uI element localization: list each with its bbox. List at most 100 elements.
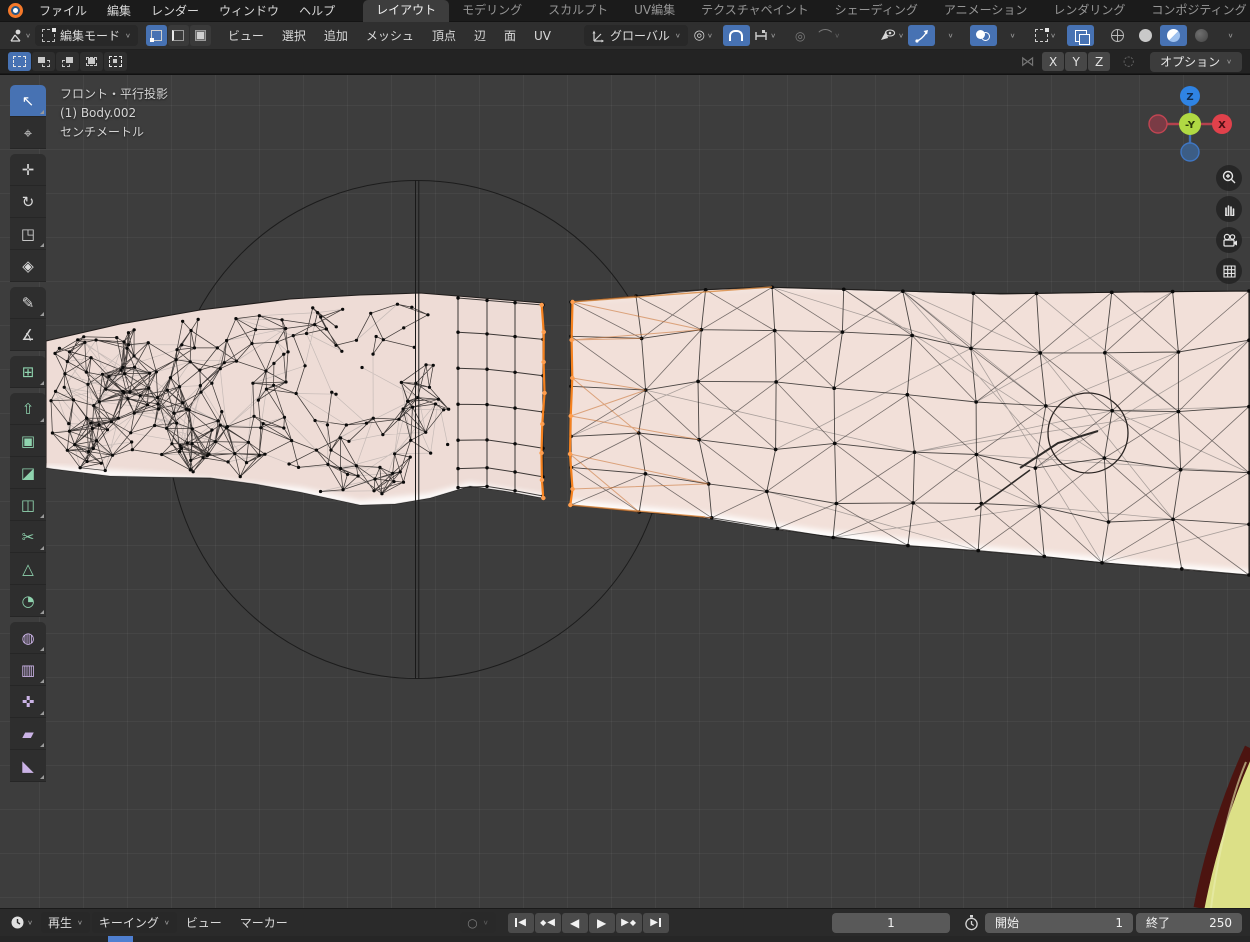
workspace-tab[interactable]: アニメーション [931, 0, 1041, 22]
workspace-tab[interactable]: シェーディング [822, 0, 931, 22]
tool-extrude-region[interactable]: ⇧ [10, 393, 46, 425]
pan-button[interactable] [1216, 196, 1242, 222]
orientation-selector[interactable]: グローバル ∨ [584, 25, 688, 46]
tool-cursor[interactable]: ⌖ [10, 117, 46, 149]
tool-select-box[interactable]: ↖ [10, 85, 46, 117]
stopwatch-button[interactable] [964, 915, 979, 931]
frame-end-field[interactable]: 終了 250 [1136, 913, 1242, 933]
tool-scale[interactable]: ◳ [10, 218, 46, 250]
jump-to-end-button[interactable]: ▶ [643, 913, 669, 933]
gizmo-negx-axis[interactable] [1149, 115, 1167, 133]
timeline-menu-マーカー[interactable]: マーカー [231, 909, 297, 937]
jump-to-start-button[interactable]: ◀ [508, 913, 534, 933]
options-dropdown[interactable]: オプション∨ [1150, 52, 1242, 72]
workspace-tab[interactable]: スカルプト [535, 0, 621, 22]
gizmo-negz-axis[interactable] [1181, 143, 1199, 161]
timeline-menu-再生[interactable]: 再生∨ [41, 912, 90, 933]
current-frame-field[interactable]: 1 [832, 913, 950, 933]
camera-view-button[interactable] [1216, 227, 1242, 253]
autokey-button[interactable]: ○∨ [460, 912, 495, 933]
editor-type-button[interactable]: ∨ [6, 25, 33, 46]
mirror-axis-y[interactable]: Y [1065, 52, 1087, 71]
tool-rotate[interactable]: ↻ [10, 186, 46, 218]
workspace-tab[interactable]: レイアウト [363, 0, 449, 22]
select-mode-subtract-button[interactable] [56, 52, 79, 71]
workspace-tab[interactable]: モデリング [449, 0, 535, 22]
pivot-point-button[interactable]: ◎∨ [690, 25, 717, 46]
vertex-select-button[interactable] [146, 25, 167, 46]
shading-rendered-button[interactable] [1188, 25, 1215, 46]
header-menu-辺[interactable]: 辺 [465, 22, 495, 50]
tool-edge-slide[interactable]: ▥ [10, 654, 46, 686]
timeline-menu-キーイング[interactable]: キーイング∨ [92, 912, 177, 933]
show-gizmo-dropdown[interactable]: ∨ [937, 25, 964, 46]
tool-shear[interactable]: ▰ [10, 718, 46, 750]
topbar-menu-レンダー[interactable]: レンダー [141, 0, 209, 22]
frame-start-field[interactable]: 開始 1 [985, 913, 1133, 933]
header-menu-面[interactable]: 面 [495, 22, 525, 50]
object-visibility-button[interactable]: ∨ [877, 25, 906, 46]
show-overlays-button[interactable] [970, 25, 997, 46]
header-menu-追加[interactable]: 追加 [315, 22, 357, 50]
previous-keyframe-button[interactable]: ◆◀ [535, 913, 561, 933]
viewport-canvas[interactable] [0, 75, 1250, 908]
show-overlays-dropdown[interactable]: ∨ [999, 25, 1026, 46]
playhead-marker[interactable] [108, 936, 133, 942]
ortho-toggle-button[interactable] [1216, 258, 1242, 284]
tool-inset-faces[interactable]: ▣ [10, 425, 46, 457]
xray-toggle-button[interactable] [1067, 25, 1094, 46]
shading-dropdown[interactable]: ∨ [1217, 25, 1244, 46]
timeline-editor-type-button[interactable]: ∨ [8, 912, 35, 933]
workspace-tab[interactable]: テクスチャペイント [688, 0, 822, 22]
shading-wireframe-button[interactable] [1104, 25, 1131, 46]
topbar-menu-ウィンドウ[interactable]: ウィンドウ [209, 0, 289, 22]
navigation-gizmo[interactable]: Z X -Y [1146, 82, 1234, 170]
gizmo-region-button[interactable]: ∨ [1032, 25, 1059, 46]
tool-move[interactable]: ✛ [10, 154, 46, 186]
workspace-tab[interactable]: コンポジティング [1138, 0, 1250, 22]
mode-selector[interactable]: 編集モード ∨ [35, 25, 138, 46]
timeline-strip[interactable] [0, 936, 1250, 942]
show-gizmo-button[interactable] [908, 25, 935, 46]
select-mode-intersect-button[interactable] [104, 52, 127, 71]
select-mode-invert-button[interactable] [80, 52, 103, 71]
tool-rip-region[interactable]: ◣ [10, 750, 46, 782]
play-reverse-button[interactable]: ◀ [562, 913, 588, 933]
select-mode-new-button[interactable] [8, 52, 31, 71]
tool-spin[interactable]: ◔ [10, 585, 46, 617]
mirror-axis-x[interactable]: X [1042, 52, 1064, 71]
workspace-tab[interactable]: レンダリング [1040, 0, 1138, 22]
tool-shrink-fatten[interactable]: ✜ [10, 686, 46, 718]
zoom-button[interactable] [1216, 165, 1242, 191]
tool-add-cube[interactable]: ⊞ [10, 356, 46, 388]
tool-loop-cut[interactable]: ◫ [10, 489, 46, 521]
snap-toggle-button[interactable] [723, 25, 750, 46]
mirror-axis-z[interactable]: Z [1088, 52, 1110, 71]
tool-transform[interactable]: ◈ [10, 250, 46, 282]
tool-poly-build[interactable]: △ [10, 553, 46, 585]
shading-material-button[interactable] [1160, 25, 1187, 46]
topbar-menu-編集[interactable]: 編集 [97, 0, 141, 22]
shading-solid-button[interactable] [1132, 25, 1159, 46]
topbar-menu-ファイル[interactable]: ファイル [29, 0, 97, 22]
tool-knife[interactable]: ✂ [10, 521, 46, 553]
falloff-button[interactable]: ⌒∨ [816, 25, 843, 46]
header-menu-ビュー[interactable]: ビュー [219, 22, 273, 50]
workspace-tab[interactable]: UV編集 [621, 0, 688, 22]
tool-annotate[interactable]: ✎ [10, 287, 46, 319]
snap-target-button[interactable]: ∨ [752, 25, 779, 46]
timeline-menu-ビュー[interactable]: ビュー [177, 909, 231, 937]
tool-bevel[interactable]: ◪ [10, 457, 46, 489]
tool-smooth[interactable]: ◍ [10, 622, 46, 654]
snap-symmetry-button[interactable]: ◌ [1115, 51, 1142, 72]
next-keyframe-button[interactable]: ▶◆ [616, 913, 642, 933]
play-forward-button[interactable]: ▶ [589, 913, 615, 933]
topbar-menu-ヘルプ[interactable]: ヘルプ [289, 0, 345, 22]
header-menu-メッシュ[interactable]: メッシュ [357, 22, 423, 50]
header-menu-UV[interactable]: UV [525, 22, 560, 50]
proportional-edit-button[interactable]: ◎ [787, 25, 814, 46]
tool-measure[interactable]: ∡ [10, 319, 46, 351]
blender-logo-icon[interactable] [8, 3, 23, 18]
header-menu-選択[interactable]: 選択 [273, 22, 315, 50]
select-mode-extend-button[interactable] [32, 52, 55, 71]
